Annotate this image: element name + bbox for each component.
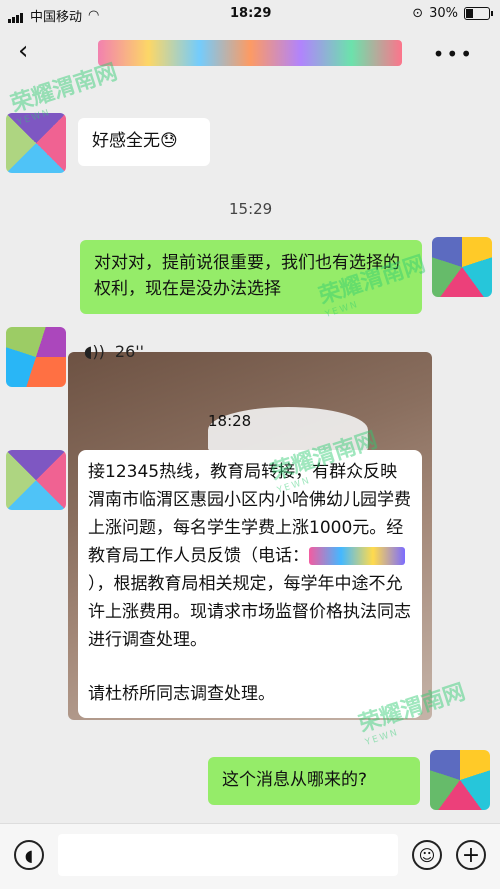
avatar[interactable]	[430, 750, 490, 810]
image-timestamp: 18:28	[208, 412, 252, 430]
message-bubble-outgoing[interactable]: 这个消息从哪来的?	[208, 757, 420, 805]
battery-percent: 30%	[429, 6, 458, 21]
more-icon[interactable]: •••	[433, 42, 474, 66]
input-bar: ◖ ☺ +	[0, 823, 500, 889]
redacted-phone	[309, 547, 405, 565]
voice-duration: 26''	[114, 342, 145, 361]
notice-paragraph: 接12345热线，教育局转接，有群众反映渭南市临渭区惠园小区内小哈佛幼儿园学费上…	[88, 462, 411, 650]
plus-icon[interactable]: +	[456, 840, 486, 870]
battery-icon	[464, 7, 493, 20]
status-bar: 中国移动 ◠ 18:29 ⊙ 30%	[0, 0, 500, 28]
signal-icon	[8, 8, 24, 23]
avatar[interactable]	[6, 327, 66, 387]
notice-card: 接12345热线，教育局转接，有群众反映渭南市临渭区惠园小区内小哈佛幼儿园学费上…	[78, 450, 422, 718]
wifi-icon: ◠	[88, 8, 100, 23]
clock: 18:29	[230, 6, 272, 21]
voice-icon[interactable]: ◖	[14, 840, 44, 870]
message-input[interactable]	[58, 834, 398, 876]
voice-icon: ◖))	[84, 342, 105, 361]
status-left: 中国移动 ◠	[8, 6, 99, 25]
emoji-icon[interactable]: ☺	[412, 840, 442, 870]
carrier-label: 中国移动	[30, 10, 83, 25]
avatar[interactable]	[432, 237, 492, 297]
avatar[interactable]	[6, 450, 66, 510]
timestamp: 15:29	[229, 200, 273, 218]
image-message[interactable]: 18:28 接12345热线，教育局转接，有群众反映渭南市临渭区惠园小区内小哈佛…	[68, 352, 432, 720]
rotation-lock-icon: ⊙	[412, 6, 424, 21]
contact-name-redacted	[98, 40, 402, 66]
back-icon[interactable]: ‹	[18, 36, 28, 66]
message-bubble-incoming[interactable]: 好感全无😓	[78, 118, 210, 166]
status-right: ⊙ 30%	[412, 6, 493, 21]
voice-message[interactable]: ◖)) 26''	[84, 342, 144, 361]
message-text: 好感全无😓	[92, 131, 178, 151]
message-text: 这个消息从哪来的?	[222, 770, 368, 790]
